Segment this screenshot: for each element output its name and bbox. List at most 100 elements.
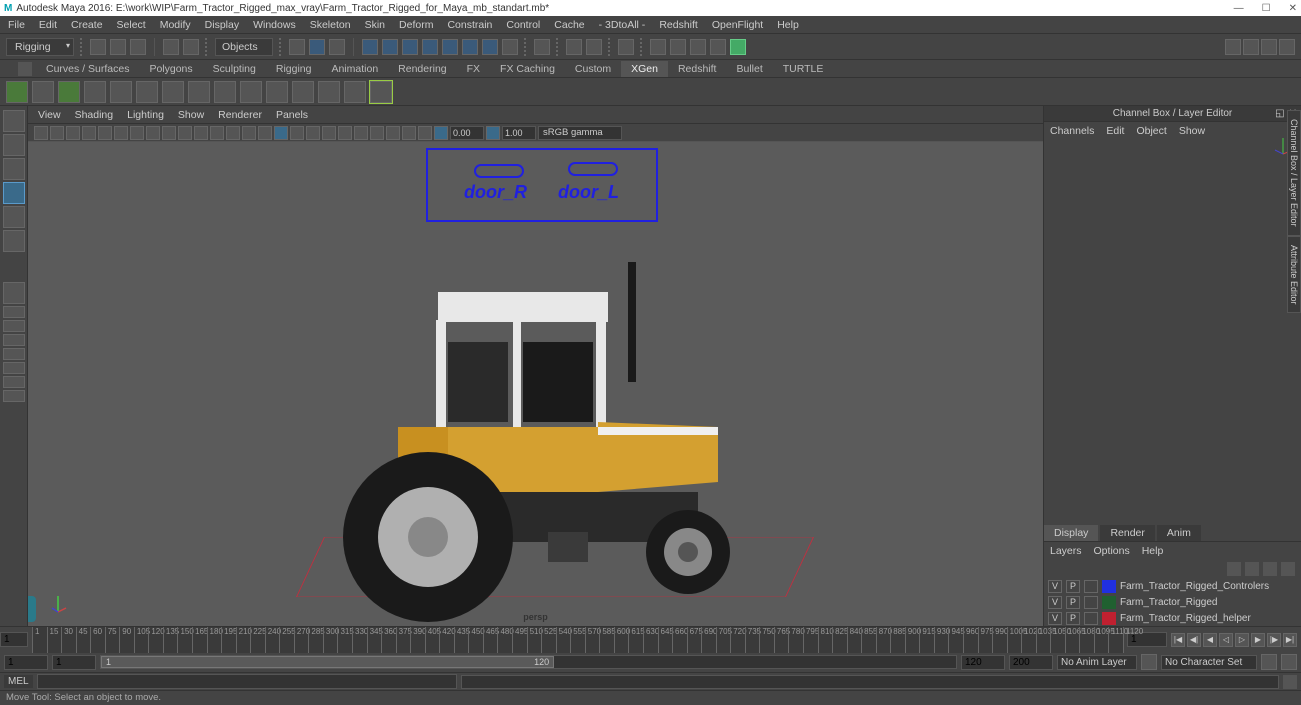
shelf-tab-rigging[interactable]: Rigging bbox=[266, 61, 322, 77]
xgen-icon-10[interactable] bbox=[240, 81, 262, 103]
snap-view-icon[interactable] bbox=[462, 39, 478, 55]
shadows-icon[interactable] bbox=[306, 126, 320, 140]
layer-playback-toggle[interactable]: P bbox=[1066, 612, 1080, 625]
step-back-key-icon[interactable]: ◀| bbox=[1187, 633, 1201, 647]
layout-two-icon[interactable] bbox=[3, 334, 25, 346]
redo-icon[interactable] bbox=[183, 39, 199, 55]
menu-cache[interactable]: Cache bbox=[554, 19, 584, 31]
select-by-hierarchy-icon[interactable] bbox=[289, 39, 305, 55]
workspace-selector[interactable]: Rigging bbox=[6, 38, 74, 56]
panel-menu-panels[interactable]: Panels bbox=[276, 109, 308, 121]
resolution-gate-icon[interactable] bbox=[162, 126, 176, 140]
layer-color-swatch[interactable] bbox=[1102, 580, 1116, 593]
gamma-field[interactable] bbox=[502, 126, 536, 140]
current-frame-field[interactable] bbox=[0, 632, 28, 647]
layer-display-type[interactable] bbox=[1084, 612, 1098, 625]
layer-playback-toggle[interactable]: P bbox=[1066, 580, 1080, 593]
step-forward-icon[interactable]: ▶ bbox=[1251, 633, 1265, 647]
range-thumb[interactable]: 1 120 bbox=[101, 656, 554, 668]
shelf-tab-redshift[interactable]: Redshift bbox=[668, 61, 727, 77]
layer-display-type[interactable] bbox=[1084, 580, 1098, 593]
xgen-icon-14[interactable] bbox=[344, 81, 366, 103]
xgen-icon-15[interactable] bbox=[370, 81, 392, 103]
shelf-tab-curves[interactable]: Curves / Surfaces bbox=[36, 61, 139, 77]
panel-layout4-icon[interactable] bbox=[710, 39, 726, 55]
snap-center-icon[interactable] bbox=[482, 39, 498, 55]
menu-create[interactable]: Create bbox=[71, 19, 103, 31]
panel-menu-renderer[interactable]: Renderer bbox=[218, 109, 262, 121]
side-tab-attribute[interactable]: Attribute Editor bbox=[1287, 236, 1301, 314]
open-scene-icon[interactable] bbox=[110, 39, 126, 55]
layer-name[interactable]: Farm_Tractor_Rigged_Controlers bbox=[1120, 581, 1269, 592]
layout-stack-icon[interactable] bbox=[3, 348, 25, 360]
construction-history-icon[interactable] bbox=[534, 39, 550, 55]
snap-live-icon[interactable] bbox=[442, 39, 458, 55]
goto-start-icon[interactable]: |◀ bbox=[1171, 633, 1185, 647]
command-input[interactable] bbox=[37, 674, 457, 689]
xgen-icon-5[interactable] bbox=[110, 81, 132, 103]
panel-menu-lighting[interactable]: Lighting bbox=[127, 109, 164, 121]
menu-select[interactable]: Select bbox=[117, 19, 146, 31]
menu-skeleton[interactable]: Skeleton bbox=[310, 19, 351, 31]
layer-new-empty-icon[interactable] bbox=[1263, 562, 1277, 576]
render-frame-icon[interactable] bbox=[566, 39, 582, 55]
side-tab-channelbox[interactable]: Channel Box / Layer Editor bbox=[1287, 110, 1301, 236]
field-chart-icon[interactable] bbox=[194, 126, 208, 140]
shelf-tab-custom[interactable]: Custom bbox=[565, 61, 621, 77]
layers-menu-layers[interactable]: Layers bbox=[1050, 545, 1082, 557]
isolate-icon[interactable] bbox=[386, 126, 400, 140]
layers-menu-options[interactable]: Options bbox=[1094, 545, 1130, 557]
panel-layout2-icon[interactable] bbox=[670, 39, 686, 55]
menu-redshift[interactable]: Redshift bbox=[659, 19, 698, 31]
scale-tool[interactable] bbox=[3, 230, 25, 252]
layer-new-selected-icon[interactable] bbox=[1281, 562, 1295, 576]
door-r-control[interactable] bbox=[474, 164, 524, 178]
last-tool[interactable] bbox=[3, 282, 25, 304]
playback-start-field[interactable] bbox=[52, 655, 96, 670]
image-plane-icon[interactable] bbox=[82, 126, 96, 140]
textured-icon[interactable] bbox=[274, 126, 288, 140]
rotate-tool[interactable] bbox=[3, 206, 25, 228]
layer-tab-display[interactable]: Display bbox=[1044, 525, 1098, 541]
menu-control[interactable]: Control bbox=[506, 19, 540, 31]
menu-edit[interactable]: Edit bbox=[39, 19, 57, 31]
layer-name[interactable]: Farm_Tractor_Rigged bbox=[1120, 597, 1217, 608]
cb-menu-object[interactable]: Object bbox=[1136, 125, 1166, 137]
xgen-icon-9[interactable] bbox=[214, 81, 236, 103]
cb-menu-channels[interactable]: Channels bbox=[1050, 125, 1094, 137]
xgen-icon-7[interactable] bbox=[162, 81, 184, 103]
shelf-tab-fxcaching[interactable]: FX Caching bbox=[490, 61, 565, 77]
camera-select-icon[interactable] bbox=[34, 126, 48, 140]
playback-end-field[interactable] bbox=[961, 655, 1005, 670]
2d-pan-icon[interactable] bbox=[98, 126, 112, 140]
cb-menu-show[interactable]: Show bbox=[1179, 125, 1205, 137]
shelf-options-icon[interactable] bbox=[18, 62, 32, 76]
time-ruler[interactable]: 1153045607590105120135150165180195210225… bbox=[32, 627, 1123, 653]
gamma-icon[interactable] bbox=[486, 126, 500, 140]
dof-icon[interactable] bbox=[370, 126, 384, 140]
panel-layout3-icon[interactable] bbox=[690, 39, 706, 55]
smooth-shade-icon[interactable] bbox=[258, 126, 272, 140]
shelf-tab-polygons[interactable]: Polygons bbox=[139, 61, 202, 77]
anim-layer-dropdown[interactable]: No Anim Layer bbox=[1057, 655, 1137, 670]
layer-color-swatch[interactable] bbox=[1102, 596, 1116, 609]
xgen-icon-13[interactable] bbox=[318, 81, 340, 103]
panel-menu-show[interactable]: Show bbox=[178, 109, 204, 121]
layout-prev-icon[interactable] bbox=[3, 376, 25, 388]
layer-moveup-icon[interactable] bbox=[1227, 562, 1241, 576]
menu-openflight[interactable]: OpenFlight bbox=[712, 19, 763, 31]
play-forward-icon[interactable]: ▷ bbox=[1235, 633, 1249, 647]
shelf-tab-bullet[interactable]: Bullet bbox=[726, 61, 772, 77]
shelf-tab-xgen[interactable]: XGen bbox=[621, 61, 668, 77]
wireframe-icon[interactable] bbox=[242, 126, 256, 140]
select-by-object-icon[interactable] bbox=[309, 39, 325, 55]
layer-movedown-icon[interactable] bbox=[1245, 562, 1259, 576]
gate-mask-icon[interactable] bbox=[178, 126, 192, 140]
layer-row[interactable]: V P Farm_Tractor_Rigged bbox=[1044, 594, 1301, 610]
maya-home-icon[interactable] bbox=[28, 596, 36, 622]
menu-constrain[interactable]: Constrain bbox=[447, 19, 492, 31]
shelf-tab-sculpting[interactable]: Sculpting bbox=[203, 61, 266, 77]
maximize-button[interactable]: ☐ bbox=[1262, 3, 1271, 14]
move-tool[interactable] bbox=[3, 182, 25, 204]
shelf-tab-fx[interactable]: FX bbox=[457, 61, 490, 77]
